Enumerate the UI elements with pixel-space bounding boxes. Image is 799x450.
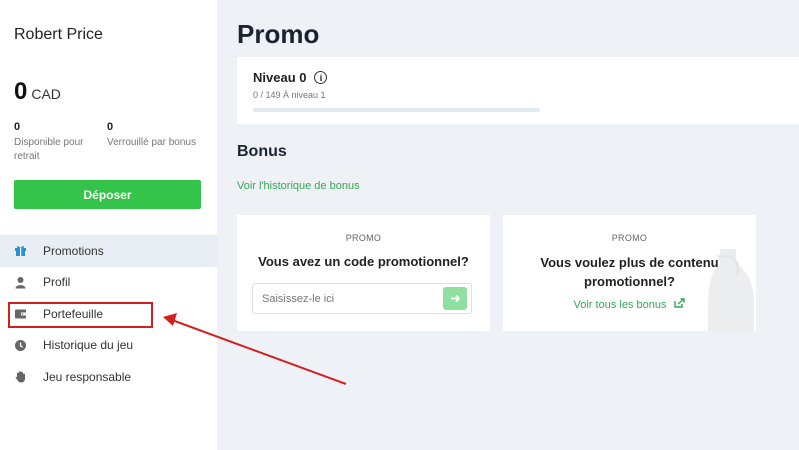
promo-code-field (252, 283, 472, 314)
promo-code-question: Vous avez un code promotionnel? (258, 254, 469, 269)
promo-code-input[interactable] (253, 284, 438, 313)
sidebar-item-historique-du-jeu[interactable]: Historique du jeu (0, 330, 217, 362)
level-name: Niveau 0 i (253, 70, 328, 85)
promo-code-card: PROMO Vous avez un code promotionnel? (237, 215, 490, 331)
more-content-card: PROMO Vous voulez plus de contenu promot… (503, 215, 756, 331)
sidebar-item-jeu-responsable[interactable]: Jeu responsable (0, 361, 217, 393)
sidebar-item-label: Historique du jeu (43, 338, 134, 353)
page-title: Promo (237, 19, 320, 49)
external-link-icon (674, 298, 686, 311)
see-all-bonuses-link[interactable]: Voir tous les bonus (574, 298, 686, 311)
deposit-button[interactable]: Déposer (14, 180, 201, 209)
info-icon[interactable]: i (314, 71, 328, 84)
locked-value: 0 (107, 121, 114, 133)
balance-amount: 0 (14, 78, 28, 105)
available-balance: 0 Disponible pour retrait (14, 120, 99, 164)
sidebar: Robert Price 0 CAD 0 Disponible pour retr… (0, 0, 217, 450)
arrow-right-icon (450, 291, 461, 307)
sidebar-item-label: Jeu responsable (43, 369, 132, 384)
sidebar-item-promotions[interactable]: Promotions (0, 235, 217, 267)
sidebar-item-profil[interactable]: Profil (0, 267, 217, 299)
balance-currency: CAD (31, 86, 61, 102)
balance: 0 CAD (14, 78, 61, 106)
level-label: Niveau 0 (253, 70, 307, 85)
available-value: 0 (14, 121, 21, 133)
sidebar-item-label: Promotions (43, 243, 104, 258)
locked-balance: 0 Verrouillé par bonus (107, 120, 212, 150)
annotation-highlight-box (8, 302, 153, 328)
gift-icon (14, 244, 27, 257)
bonus-heading: Bonus (237, 143, 287, 160)
promo-submit-button[interactable] (443, 287, 467, 310)
see-all-label: Voir tous les bonus (573, 298, 667, 311)
level-card: Niveau 0 i 0 / 149 À niveau 1 (237, 57, 799, 124)
sidebar-item-label: Profil (43, 275, 71, 290)
bottle-illustration (708, 249, 754, 331)
user-icon (14, 276, 27, 289)
level-progress-text: 0 / 149 À niveau 1 (253, 90, 326, 100)
hand-icon (14, 370, 27, 383)
level-progress-bar (253, 108, 540, 112)
available-label: Disponible pour retrait (14, 137, 84, 162)
clock-icon (14, 339, 27, 352)
locked-label: Verrouillé par bonus (107, 137, 196, 148)
card-label: PROMO (611, 233, 648, 243)
card-label: PROMO (345, 233, 382, 243)
bonus-history-link[interactable]: Voir l'historique de bonus (237, 180, 360, 192)
user-name: Robert Price (14, 26, 103, 43)
